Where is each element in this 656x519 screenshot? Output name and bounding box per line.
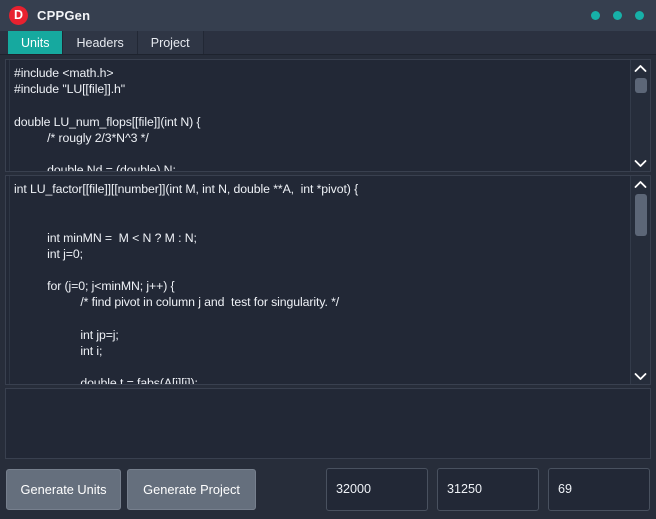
factor-editor-scrollbar[interactable] [630,176,650,384]
output-text[interactable] [6,389,650,458]
factor-scrollbar-track[interactable] [631,192,650,368]
minimize-button[interactable] [591,11,600,20]
bottom-bar: Generate Units Generate Project [0,459,656,519]
units-scrollbar-handle[interactable] [635,78,647,93]
code-line: /* find pivot in column j and test for s… [14,294,630,310]
tab-headers[interactable]: Headers [63,31,137,54]
generate-project-button[interactable]: Generate Project [127,469,256,510]
code-line: #include "LU[[file]].h" [14,81,630,97]
chevron-down-icon[interactable] [631,155,651,171]
code-line [14,97,630,113]
code-line [14,359,630,375]
generate-units-button[interactable]: Generate Units [6,469,121,510]
code-line [14,262,630,278]
code-line: int LU_factor[[file]][[number]](int M, i… [14,181,630,197]
tab-project[interactable]: Project [138,31,204,54]
code-line [14,311,630,327]
title-bar: D CPPGen [0,0,656,31]
code-line: double t = fabs(A[j][j]); [14,375,630,384]
code-line: int i; [14,343,630,359]
field-two-input[interactable] [437,468,539,511]
units-code-text[interactable]: #include <math.h>#include "LU[[file]].h"… [10,60,630,171]
field-one-input[interactable] [326,468,428,511]
units-editor-scrollbar[interactable] [630,60,650,171]
factor-code-text[interactable]: int LU_factor[[file]][[number]](int M, i… [10,176,630,384]
chevron-up-icon[interactable] [631,176,651,192]
app-title: CPPGen [37,8,90,23]
content-area: #include <math.h>#include "LU[[file]].h"… [0,55,656,459]
code-line: for (j=0; j<minMN; j++) { [14,278,630,294]
app-window: D CPPGen Units Headers Project #include … [0,0,656,519]
tab-units[interactable]: Units [8,31,63,54]
factor-code-editor[interactable]: int LU_factor[[file]][[number]](int M, i… [5,175,651,385]
code-line: double LU_num_flops[[file]](int N) { [14,114,630,130]
units-code-editor[interactable]: #include <math.h>#include "LU[[file]].h"… [5,59,651,172]
app-logo-icon: D [9,6,28,25]
code-line: /* rougly 2/3*N^3 */ [14,130,630,146]
code-line: int jp=j; [14,327,630,343]
chevron-down-icon[interactable] [631,368,651,384]
output-panel[interactable] [5,388,651,459]
code-line [14,213,630,229]
window-controls [591,0,644,31]
code-line: #include <math.h> [14,65,630,81]
code-line: int minMN = M < N ? M : N; [14,230,630,246]
maximize-button[interactable] [613,11,622,20]
code-line: double Nd = (double) N; [14,162,630,171]
field-three-input[interactable] [548,468,650,511]
units-scrollbar-track[interactable] [631,76,650,155]
chevron-up-icon[interactable] [631,60,651,76]
factor-scrollbar-handle[interactable] [635,194,647,236]
code-line [14,146,630,162]
code-line: int j=0; [14,246,630,262]
code-line [14,197,630,213]
close-button[interactable] [635,11,644,20]
tab-bar: Units Headers Project [0,31,656,55]
